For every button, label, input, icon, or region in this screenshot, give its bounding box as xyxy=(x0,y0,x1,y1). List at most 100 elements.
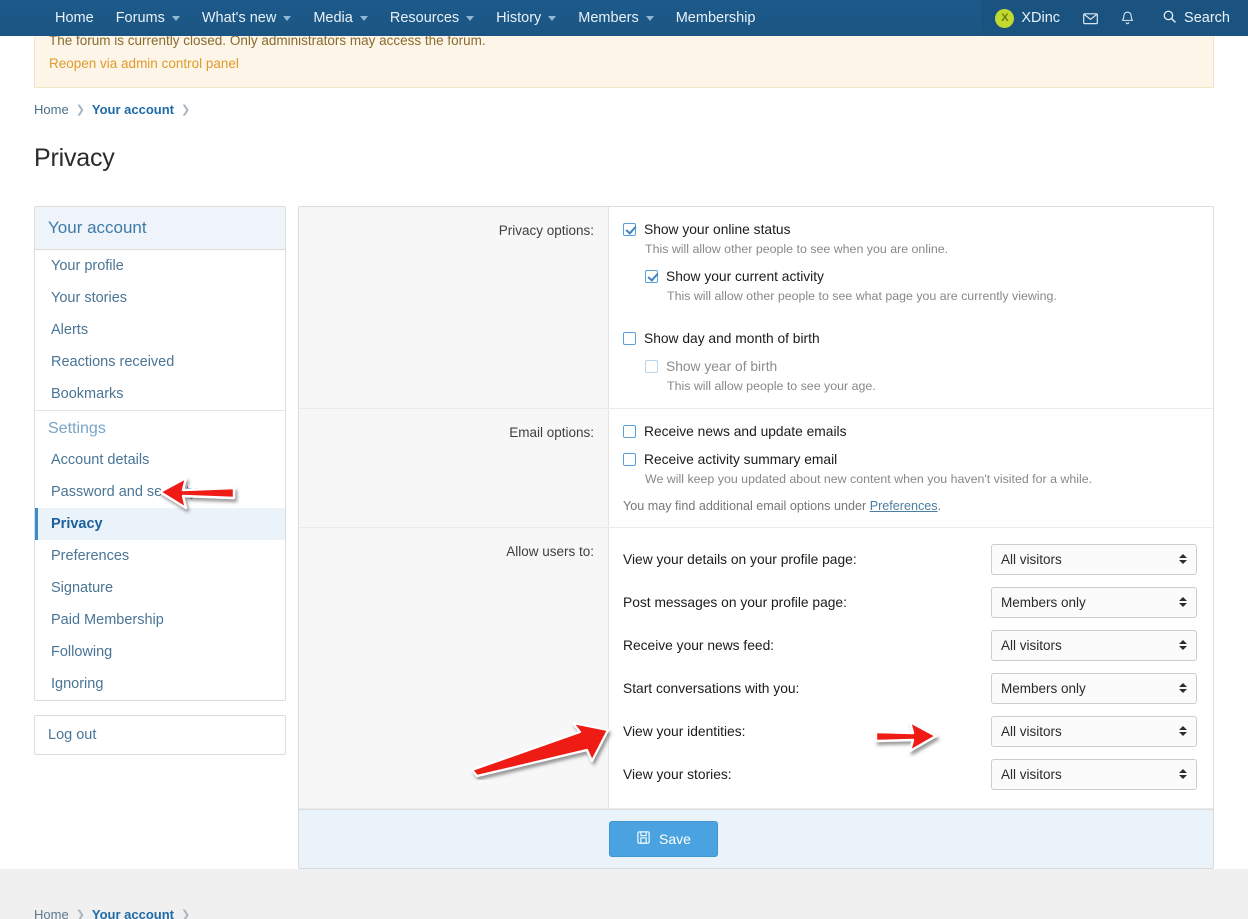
online-status-label: Show your online status xyxy=(644,221,790,238)
chevron-down-icon xyxy=(466,16,474,21)
news-updates-option[interactable]: Receive news and update emails xyxy=(623,423,1197,440)
allow-users-label: Allow users to: xyxy=(299,528,609,808)
email-options-row: Email options: Receive news and update e… xyxy=(299,409,1213,528)
permission-row: Receive your news feed:All visitors xyxy=(623,624,1197,667)
nav-item-what-s-new[interactable]: What's new xyxy=(191,0,303,36)
year-birth-hint: This will allow people to see your age. xyxy=(667,378,1197,394)
bottom-breadcrumb-home[interactable]: Home xyxy=(34,907,69,919)
select-arrows-icon xyxy=(1179,597,1187,607)
email-note-prefix: You may find additional email options un… xyxy=(623,499,870,513)
day-month-birth-option[interactable]: Show day and month of birth xyxy=(623,330,1197,347)
privacy-options-label: Privacy options: xyxy=(299,207,609,408)
breadcrumb-your-account[interactable]: Your account xyxy=(92,102,174,117)
nav-item-members[interactable]: Members xyxy=(567,0,664,36)
online-status-hint: This will allow other people to see when… xyxy=(645,241,1197,257)
page-title: Privacy xyxy=(0,134,1248,173)
year-birth-label: Show year of birth xyxy=(666,358,777,375)
permission-select-value: Members only xyxy=(1001,595,1086,610)
sidebar-item-bookmarks[interactable]: Bookmarks xyxy=(35,378,285,410)
account-menu-block: Your account Your profileYour storiesAle… xyxy=(34,206,286,701)
sidebar-item-label: Account details xyxy=(51,452,149,468)
save-button[interactable]: Save xyxy=(609,821,718,857)
permission-select[interactable]: All visitors xyxy=(991,544,1197,575)
bottom-breadcrumb-your-account[interactable]: Your account xyxy=(92,907,174,919)
permission-select[interactable]: All visitors xyxy=(991,759,1197,790)
sidebar-item-ignoring[interactable]: Ignoring xyxy=(35,668,285,700)
sidebar-group-title: Settings xyxy=(35,410,285,444)
nav-item-home[interactable]: Home xyxy=(44,0,105,36)
user-menu-button[interactable]: X XDinc xyxy=(981,0,1072,36)
sidebar-item-reactions-received[interactable]: Reactions received xyxy=(35,346,285,378)
permission-row: Post messages on your profile page:Membe… xyxy=(623,581,1197,624)
nav-item-resources[interactable]: Resources xyxy=(379,0,485,36)
activity-summary-checkbox[interactable] xyxy=(623,453,636,466)
breadcrumb-home[interactable]: Home xyxy=(34,102,69,117)
permission-row: View your stories:All visitors xyxy=(623,753,1197,796)
permission-label: View your details on your profile page: xyxy=(623,552,991,567)
activity-summary-option[interactable]: Receive activity summary email xyxy=(623,451,1197,468)
bell-icon[interactable] xyxy=(1109,0,1146,36)
online-status-checkbox[interactable] xyxy=(623,223,636,236)
search-icon xyxy=(1162,9,1177,28)
permission-select[interactable]: All visitors xyxy=(991,630,1197,661)
envelope-icon[interactable] xyxy=(1072,0,1109,36)
sidebar-item-preferences[interactable]: Preferences xyxy=(35,540,285,572)
nav-item-forums[interactable]: Forums xyxy=(105,0,191,36)
username-label: XDinc xyxy=(1021,10,1060,26)
allow-users-row: Allow users to: View your details on you… xyxy=(299,528,1213,809)
sidebar-item-label: Preferences xyxy=(51,548,129,564)
forum-closed-notice: The forum is currently closed. Only admi… xyxy=(34,36,1214,88)
year-birth-checkbox[interactable] xyxy=(645,360,658,373)
select-arrows-icon xyxy=(1179,554,1187,564)
permission-select[interactable]: All visitors xyxy=(991,716,1197,747)
sidebar-item-your-profile[interactable]: Your profile xyxy=(35,250,285,282)
permission-row: View your details on your profile page: A… xyxy=(623,538,1197,581)
select-arrows-icon xyxy=(1179,640,1187,650)
permission-select[interactable]: Members only xyxy=(991,587,1197,618)
activity-summary-hint: We will keep you updated about new conte… xyxy=(645,471,1197,487)
current-activity-checkbox[interactable] xyxy=(645,270,658,283)
year-birth-option[interactable]: Show year of birth xyxy=(645,358,1197,375)
sidebar-item-paid-membership[interactable]: Paid Membership xyxy=(35,604,285,636)
nav-item-membership[interactable]: Membership xyxy=(665,0,767,36)
permission-select[interactable]: Members only xyxy=(991,673,1197,704)
preferences-link[interactable]: Preferences xyxy=(870,499,938,513)
nav-item-label: Membership xyxy=(676,11,756,26)
permission-select-value: All visitors xyxy=(1001,767,1062,782)
main-navigation-bar: Home ForumsWhat's newMedia Resources Histor… xyxy=(0,0,1248,36)
sidebar-item-password-and-security[interactable]: Password and security xyxy=(35,476,285,508)
sidebar-item-alerts[interactable]: Alerts xyxy=(35,314,285,346)
content-bottom-spacer xyxy=(0,869,1248,891)
sidebar-item-account-details[interactable]: Account details xyxy=(35,444,285,476)
bottom-breadcrumb: Home ❯ Your account ❯ xyxy=(0,891,1248,919)
select-arrows-icon xyxy=(1179,683,1187,693)
breadcrumb-separator-icon: ❯ xyxy=(181,103,190,116)
nav-item-label: Home xyxy=(55,11,94,26)
sidebar-item-privacy[interactable]: Privacy xyxy=(35,508,285,540)
search-button[interactable]: Search xyxy=(1146,0,1248,36)
sidebar-item-your-stories[interactable]: Your stories xyxy=(35,282,285,314)
sidebar-item-following[interactable]: Following xyxy=(35,636,285,668)
permission-select-value: All visitors xyxy=(1001,552,1062,567)
avatar: X xyxy=(995,9,1014,28)
day-month-birth-checkbox[interactable] xyxy=(623,332,636,345)
current-activity-option[interactable]: Show your current activity xyxy=(645,268,1197,285)
permission-label: View your identities: xyxy=(623,724,991,739)
online-status-option[interactable]: Show your online status xyxy=(623,221,1197,238)
sidebar-item-label: Your profile xyxy=(51,258,124,274)
select-arrows-icon xyxy=(1179,769,1187,779)
nav-item-label: Resources xyxy=(390,11,459,26)
nav-item-label: History xyxy=(496,11,541,26)
nav-item-history[interactable]: History xyxy=(485,0,567,36)
sidebar-item-log-out[interactable]: Log out xyxy=(35,716,285,754)
nav-item-label: Members xyxy=(578,11,638,26)
day-month-birth-label: Show day and month of birth xyxy=(644,330,820,347)
notice-text: The forum is currently closed. Only admi… xyxy=(49,36,1199,48)
sidebar-item-label: Alerts xyxy=(51,322,88,338)
reopen-forum-link[interactable]: Reopen via admin control panel xyxy=(49,56,1199,71)
account-sidebar: Your account Your profileYour storiesAle… xyxy=(34,206,286,869)
nav-item-media[interactable]: Media xyxy=(302,0,379,36)
news-updates-checkbox[interactable] xyxy=(623,425,636,438)
sidebar-item-signature[interactable]: Signature xyxy=(35,572,285,604)
search-label: Search xyxy=(1184,10,1230,26)
